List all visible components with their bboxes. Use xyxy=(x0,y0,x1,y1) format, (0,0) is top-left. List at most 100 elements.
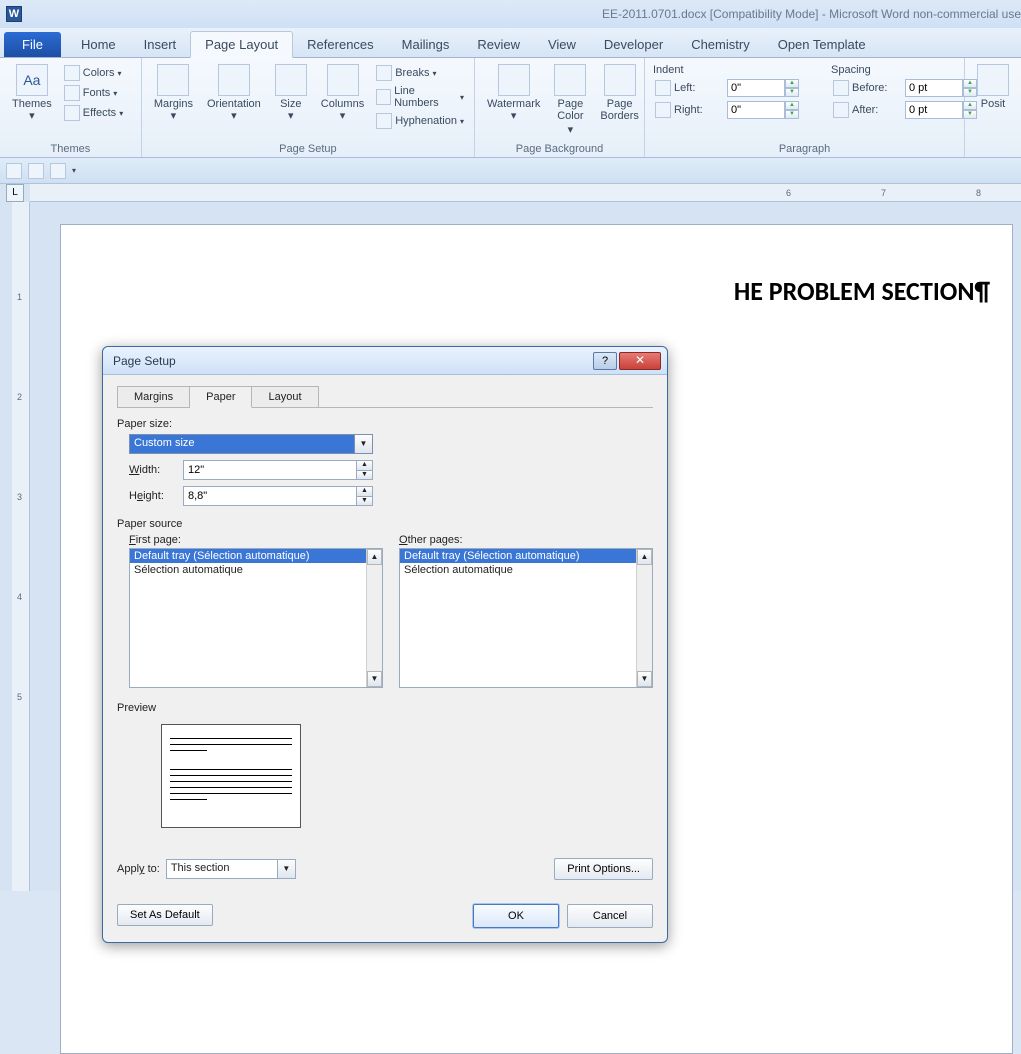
margins-icon xyxy=(157,64,189,96)
height-down[interactable]: ▼ xyxy=(357,496,373,507)
scroll-up-icon[interactable]: ▲ xyxy=(367,549,382,565)
margins-button[interactable]: Margins▾ xyxy=(150,62,197,124)
fonts-button[interactable]: Fonts ▾ xyxy=(62,84,125,102)
help-button[interactable]: ? xyxy=(593,352,617,370)
chevron-down-icon[interactable]: ▼ xyxy=(278,859,296,879)
save-icon[interactable] xyxy=(6,163,22,179)
cancel-button[interactable]: Cancel xyxy=(567,904,653,928)
spacing-before-label: Before: xyxy=(852,82,902,94)
paper-size-combo[interactable]: Custom size ▼ xyxy=(129,434,373,454)
page-borders-button[interactable]: Page Borders xyxy=(596,62,643,124)
close-icon[interactable]: ✕ xyxy=(619,352,661,370)
tab-mailings[interactable]: Mailings xyxy=(388,32,464,57)
tab-insert[interactable]: Insert xyxy=(130,32,191,57)
indent-right-icon xyxy=(655,102,671,118)
effects-button[interactable]: Effects ▾ xyxy=(62,104,125,122)
chevron-down-icon[interactable]: ▼ xyxy=(355,434,373,454)
themes-label: Themes xyxy=(12,98,52,110)
indent-left-icon xyxy=(655,80,671,96)
colors-icon xyxy=(64,65,80,81)
other-pages-listbox[interactable]: Default tray (Sélection automatique) Sél… xyxy=(399,548,653,688)
tab-references[interactable]: References xyxy=(293,32,387,57)
spacing-header: Spacing xyxy=(831,64,979,76)
line-numbers-icon xyxy=(376,89,391,105)
scroll-down-icon[interactable]: ▼ xyxy=(367,671,382,687)
file-tab[interactable]: File xyxy=(4,32,61,57)
page-bg-group-label: Page Background xyxy=(483,142,636,157)
hyphenation-icon xyxy=(376,113,392,129)
other-pages-label: Other pages: xyxy=(399,534,653,546)
quick-access-toolbar: ▾ xyxy=(0,158,1021,184)
first-page-listbox[interactable]: Default tray (Sélection automatique) Sél… xyxy=(129,548,383,688)
tab-paper[interactable]: Paper xyxy=(190,386,252,408)
tab-open-template[interactable]: Open Template xyxy=(764,32,880,57)
scrollbar[interactable]: ▲▼ xyxy=(636,549,652,687)
list-item[interactable]: Sélection automatique xyxy=(130,563,382,577)
word-icon: W xyxy=(6,6,22,22)
apply-to-label: Apply to: xyxy=(117,863,160,875)
indent-right-input[interactable]: ▲▼ xyxy=(727,101,799,119)
height-up[interactable]: ▲ xyxy=(357,486,373,496)
hyphenation-button[interactable]: Hyphenation ▾ xyxy=(374,112,466,130)
paragraph-group-label: Paragraph xyxy=(653,142,956,157)
scroll-up-icon[interactable]: ▲ xyxy=(637,549,652,565)
themes-button[interactable]: Aa Themes▾ xyxy=(8,62,56,124)
position-button[interactable]: Posit xyxy=(973,62,1013,112)
position-icon xyxy=(977,64,1009,96)
list-item[interactable]: Default tray (Sélection automatique) xyxy=(130,549,382,563)
width-label: Width: xyxy=(129,464,183,476)
document-title: EE-2011.0701.docx [Compatibility Mode] -… xyxy=(602,7,1021,21)
size-button[interactable]: Size▾ xyxy=(271,62,311,124)
page-setup-dialog: Page Setup ? ✕ Margins Paper Layout Pape… xyxy=(102,346,668,943)
page-setup-group-label: Page Setup xyxy=(150,142,466,157)
line-numbers-button[interactable]: Line Numbers ▾ xyxy=(374,84,466,110)
breaks-button[interactable]: Breaks ▾ xyxy=(374,64,466,82)
apply-to-combo[interactable]: This section ▼ xyxy=(166,859,296,879)
watermark-button[interactable]: Watermark▾ xyxy=(483,62,544,124)
ribbon: Aa Themes▾ Colors ▾ Fonts ▾ Effects ▾ Th… xyxy=(0,58,1021,158)
indent-right-label: Right: xyxy=(674,104,724,116)
spacing-after-label: After: xyxy=(852,104,902,116)
width-up[interactable]: ▲ xyxy=(357,460,373,470)
indent-left-input[interactable]: ▲▼ xyxy=(727,79,799,97)
tab-layout[interactable]: Layout xyxy=(252,386,318,408)
print-options-button[interactable]: Print Options... xyxy=(554,858,653,880)
themes-icon: Aa xyxy=(16,64,48,96)
tab-chemistry[interactable]: Chemistry xyxy=(677,32,764,57)
preview-label: Preview xyxy=(117,702,653,714)
effects-icon xyxy=(64,105,80,121)
dialog-titlebar[interactable]: Page Setup ? ✕ xyxy=(103,347,667,375)
preview-box xyxy=(161,724,301,828)
paper-source-label: Paper source xyxy=(117,518,653,530)
ribbon-tabs: File Home Insert Page Layout References … xyxy=(0,28,1021,58)
qat-customize[interactable]: ▾ xyxy=(72,166,76,175)
dialog-title: Page Setup xyxy=(109,354,176,368)
orientation-button[interactable]: Orientation▾ xyxy=(203,62,265,124)
indent-header: Indent xyxy=(653,64,801,76)
colors-button[interactable]: Colors ▾ xyxy=(62,64,125,82)
tab-margins[interactable]: Margins xyxy=(117,386,190,408)
width-input[interactable]: ▲▼ xyxy=(183,460,373,480)
tab-view[interactable]: View xyxy=(534,32,590,57)
tab-home[interactable]: Home xyxy=(67,32,130,57)
tab-review[interactable]: Review xyxy=(463,32,534,57)
size-icon xyxy=(275,64,307,96)
watermark-icon xyxy=(498,64,530,96)
qat-button-2[interactable] xyxy=(28,163,44,179)
list-item[interactable]: Default tray (Sélection automatique) xyxy=(400,549,652,563)
indent-left-label: Left: xyxy=(674,82,724,94)
qat-button-3[interactable] xyxy=(50,163,66,179)
orientation-icon xyxy=(218,64,250,96)
tab-page-layout[interactable]: Page Layout xyxy=(190,31,293,58)
scrollbar[interactable]: ▲▼ xyxy=(366,549,382,687)
height-input[interactable]: ▲▼ xyxy=(183,486,373,506)
ok-button[interactable]: OK xyxy=(473,904,559,928)
list-item[interactable]: Sélection automatique xyxy=(400,563,652,577)
first-page-label: First page: xyxy=(129,534,383,546)
scroll-down-icon[interactable]: ▼ xyxy=(637,671,652,687)
width-down[interactable]: ▼ xyxy=(357,470,373,481)
columns-button[interactable]: Columns▾ xyxy=(317,62,368,124)
page-color-button[interactable]: Page Color▾ xyxy=(550,62,590,138)
set-default-button[interactable]: Set As Default xyxy=(117,904,213,926)
tab-developer[interactable]: Developer xyxy=(590,32,677,57)
